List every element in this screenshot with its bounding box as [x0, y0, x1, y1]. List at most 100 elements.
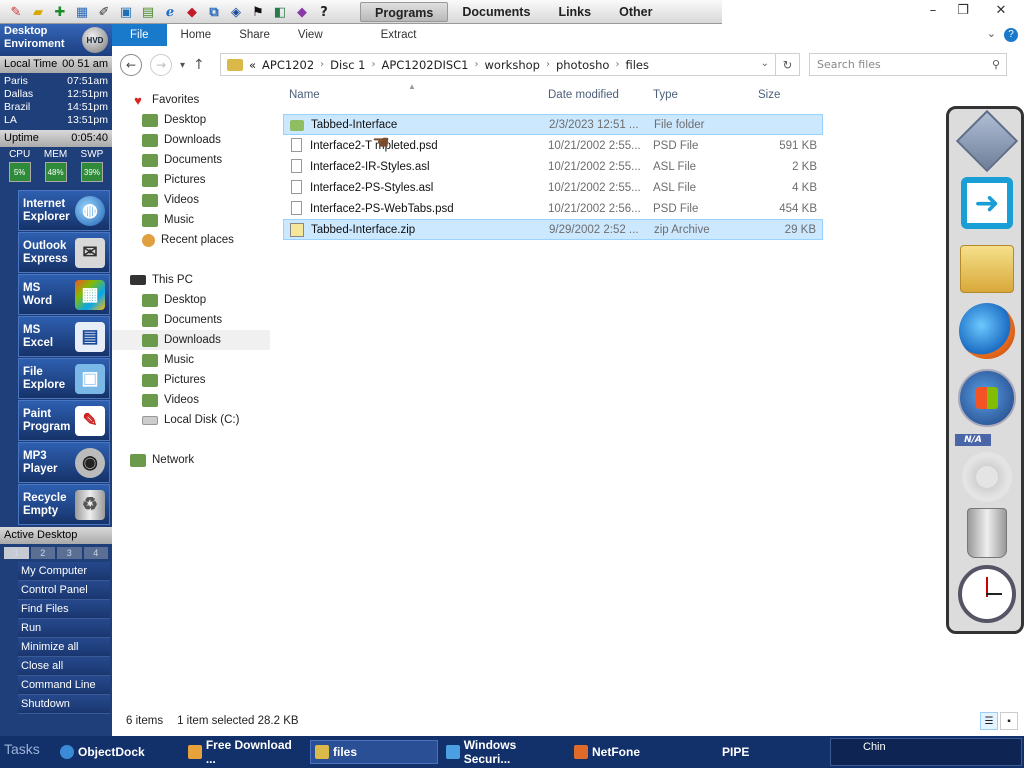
task-windows-security[interactable]: Windows Securi...: [442, 738, 564, 766]
launcher-ms-excel[interactable]: MS Excel ▤: [18, 316, 110, 357]
close-button[interactable]: ✕: [978, 0, 1024, 20]
dock-item-wallpaper-tool[interactable]: [955, 109, 1019, 173]
nav-fav-videos[interactable]: Videos: [112, 190, 270, 210]
dock-item-folder[interactable]: [957, 239, 1017, 295]
breadcrumb-separator-icon[interactable]: ›: [615, 59, 619, 70]
cmd-my-computer[interactable]: My Computer: [18, 562, 110, 581]
file-row[interactable]: Interface2-PS-WebTabs.psd 10/21/2002 2:5…: [283, 198, 823, 219]
network-icon[interactable]: ⧉: [204, 2, 224, 22]
ie-icon[interactable]: ℯ: [160, 2, 180, 22]
recent-locations-button[interactable]: ▾: [180, 60, 185, 71]
search-input[interactable]: Search files ⚲: [809, 53, 1007, 76]
column-header-size[interactable]: Size: [758, 89, 780, 101]
file-row[interactable]: Interface2-PS-Styles.asl 10/21/2002 2:55…: [283, 177, 823, 198]
paint-palette-icon[interactable]: ✐: [94, 2, 114, 22]
nav-pc-documents[interactable]: Documents: [112, 310, 270, 330]
minimize-button[interactable]: –: [918, 0, 948, 20]
breadcrumb-separator-icon[interactable]: ›: [320, 59, 324, 70]
column-header-name[interactable]: Name: [289, 89, 320, 101]
nav-fav-desktop[interactable]: Desktop: [112, 110, 270, 130]
cmd-shutdown[interactable]: Shutdown: [18, 695, 110, 714]
file-row[interactable]: Tabbed-Interface.zip 9/29/2002 2:52 ... …: [283, 219, 823, 240]
dock-item-start[interactable]: [957, 369, 1017, 427]
dock-item-clock[interactable]: [957, 563, 1017, 623]
language-indicator[interactable]: Chin: [863, 741, 886, 753]
breadcrumb-separator-icon[interactable]: ›: [372, 59, 376, 70]
nav-favorites[interactable]: ♥ Favorites: [112, 90, 270, 110]
file-row[interactable]: Interface2-IR-Styles.asl 10/21/2002 2:55…: [283, 156, 823, 177]
run-icon[interactable]: ⚑: [248, 2, 268, 22]
refresh-button[interactable]: ↻: [775, 54, 799, 75]
column-header-date[interactable]: Date modified: [548, 89, 619, 101]
tab-other[interactable]: Other: [605, 2, 666, 22]
details-view-icon[interactable]: ☰: [980, 712, 998, 730]
launcher-internet-explorer[interactable]: Internet Explorer ◍: [18, 190, 110, 231]
nav-this-pc[interactable]: This PC: [112, 270, 270, 290]
cmd-command-line[interactable]: Command Line: [18, 676, 110, 695]
dock-item-recycle-bin[interactable]: [957, 505, 1017, 561]
dock-item-import[interactable]: ➜: [957, 175, 1017, 231]
task-free-download[interactable]: Free Download ...: [184, 738, 304, 766]
nav-fav-pictures[interactable]: Pictures: [112, 170, 270, 190]
launcher-mp3-player[interactable]: MP3 Player ◉: [18, 442, 110, 483]
dock-item-weather[interactable]: [957, 449, 1017, 505]
forward-button[interactable]: →: [150, 54, 172, 76]
nav-pc-music[interactable]: Music: [112, 350, 270, 370]
tab-file[interactable]: File: [112, 24, 167, 46]
nav-fav-documents[interactable]: Documents: [112, 150, 270, 170]
paint-icon[interactable]: ✎: [6, 2, 26, 22]
nav-pc-downloads[interactable]: Downloads: [112, 330, 270, 350]
desktop-4-button[interactable]: 4: [83, 547, 108, 559]
nav-pc-videos[interactable]: Videos: [112, 390, 270, 410]
nav-fav-music[interactable]: Music: [112, 210, 270, 230]
file-row[interactable]: Interface2-T mpleted.psd 10/21/2002 2:55…: [283, 135, 823, 156]
media-icon[interactable]: ◆: [182, 2, 202, 22]
breadcrumb-separator-icon[interactable]: ›: [546, 59, 550, 70]
tab-home[interactable]: Home: [167, 24, 226, 46]
restore-button[interactable]: ❐: [948, 0, 978, 20]
shield-icon[interactable]: ◈: [226, 2, 246, 22]
search-icon[interactable]: ⚲: [986, 58, 1006, 71]
tab-documents[interactable]: Documents: [448, 2, 544, 22]
task-pipe[interactable]: PIPE: [718, 740, 818, 764]
book-icon[interactable]: ◆: [292, 2, 312, 22]
cmd-run[interactable]: Run: [18, 619, 110, 638]
task-files[interactable]: files: [310, 740, 438, 764]
tab-programs[interactable]: Programs: [360, 2, 449, 22]
launcher-paint-program[interactable]: Paint Program ✎: [18, 400, 110, 441]
cmd-close-all[interactable]: Close all: [18, 657, 110, 676]
dock-item-internet[interactable]: [957, 303, 1017, 359]
nav-pc-pictures[interactable]: Pictures: [112, 370, 270, 390]
breadcrumb-item[interactable]: files: [625, 58, 649, 72]
help-icon[interactable]: ?: [314, 2, 334, 22]
notepad-icon[interactable]: ▰: [28, 2, 48, 22]
nav-fav-downloads[interactable]: Downloads: [112, 130, 270, 150]
breadcrumb-item[interactable]: APC1202DISC1: [382, 58, 469, 72]
calculator-icon[interactable]: ▦: [72, 2, 92, 22]
help-icon[interactable]: ?: [1004, 28, 1018, 42]
tab-extract[interactable]: Extract: [367, 24, 431, 46]
breadcrumb-overflow[interactable]: «: [249, 58, 256, 72]
tab-share[interactable]: Share: [225, 24, 284, 46]
desktop-1-button[interactable]: 1: [4, 547, 29, 559]
tab-view[interactable]: View: [284, 24, 337, 46]
cmd-find-files[interactable]: Find Files: [18, 600, 110, 619]
nav-fav-recent-places[interactable]: Recent places: [112, 230, 270, 250]
nav-pc-desktop[interactable]: Desktop: [112, 290, 270, 310]
address-bar[interactable]: « APC1202 › Disc 1 › APC1202DISC1 › worksho…: [220, 53, 800, 76]
chevron-down-icon[interactable]: ⌄: [987, 27, 996, 40]
breadcrumb-item[interactable]: APC1202: [262, 58, 314, 72]
breadcrumb-item[interactable]: photosho: [556, 58, 610, 72]
cmd-control-panel[interactable]: Control Panel: [18, 581, 110, 600]
cmd-minimize-all[interactable]: Minimize all: [18, 638, 110, 657]
launcher-ms-word[interactable]: MS Word ▦: [18, 274, 110, 315]
launcher-outlook-express[interactable]: Outlook Express ✉: [18, 232, 110, 273]
scanner-icon[interactable]: ▤: [138, 2, 158, 22]
up-button[interactable]: ↑: [193, 57, 205, 73]
tab-links[interactable]: Links: [544, 2, 605, 22]
launcher-recycle-empty[interactable]: Recycle Empty ♻: [18, 484, 110, 525]
large-icons-view-icon[interactable]: ▪: [1000, 712, 1018, 730]
nav-network[interactable]: Network: [112, 450, 270, 470]
file-row[interactable]: Tabbed-Interface 2/3/2023 12:51 ... File…: [283, 114, 823, 135]
launcher-file-explore[interactable]: File Explore ▣: [18, 358, 110, 399]
